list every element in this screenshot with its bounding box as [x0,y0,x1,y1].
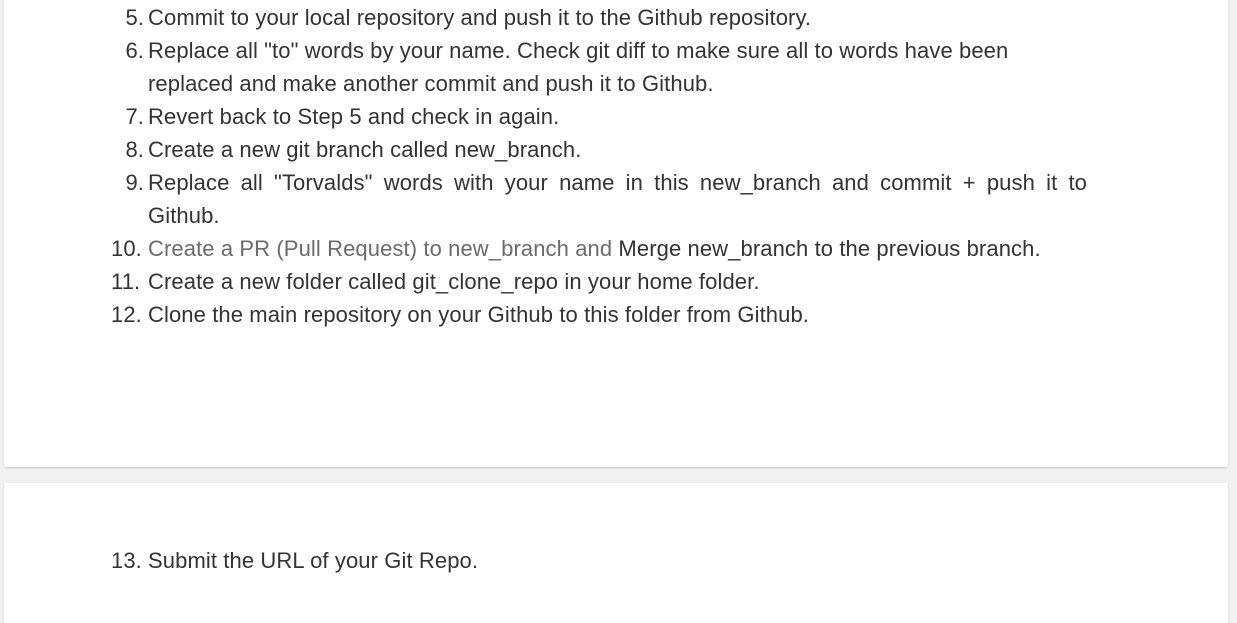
list-item: 9. Replace all "Torvalds" words with you… [111,166,1087,232]
step-number: 13. [111,548,142,573]
step-number: 5. [125,5,144,30]
list-item: 12. Clone the main repository on your Gi… [111,298,1087,331]
step-number: 7. [125,104,144,129]
list-item: 10. Create a PR (Pull Request) to new_br… [111,232,1087,265]
list-item: 5. Commit to your local repository and p… [111,1,1087,34]
step-text-rest: Merge new_branch to the previous branch. [612,236,1041,261]
step-text: Create a new git branch called new_branc… [148,137,582,162]
step-number: 10. [111,236,142,261]
step-number: 8. [125,137,144,162]
step-text-muted: Create a PR (Pull Request) to new_branch… [148,236,613,261]
submission-card: 13. Submit the URL of your Git Repo. [4,483,1228,623]
step-number: 9. [125,170,144,195]
step-text: Revert back to Step 5 and check in again… [148,104,560,129]
list-item: 8. Create a new git branch called new_br… [111,133,1087,166]
step-text: Submit the URL of your Git Repo. [148,548,479,573]
submission-list: 13. Submit the URL of your Git Repo. [111,544,1087,577]
step-text: Replace all "to" words by your name. Che… [148,38,1009,96]
step-text: Create a new folder called git_clone_rep… [148,269,760,294]
step-number: 11. [111,269,141,294]
list-item: 11. Create a new folder called git_clone… [111,265,1087,298]
list-item: 13. Submit the URL of your Git Repo. [111,544,1087,577]
instruction-list: 5. Commit to your local repository and p… [111,1,1087,331]
step-number: 6. [125,38,144,63]
step-text: Create a PR (Pull Request) to new_branch… [148,232,1087,265]
step-text: Clone the main repository on your Github… [148,302,810,327]
list-item: 7. Revert back to Step 5 and check in ag… [111,100,1087,133]
list-item: 6. Replace all "to" words by your name. … [111,34,1087,100]
step-text: Replace all "Torvalds" words with your n… [148,170,1087,228]
step-number: 12. [111,302,142,327]
instructions-card: 5. Commit to your local repository and p… [4,0,1228,467]
step-text: Commit to your local repository and push… [148,5,812,30]
